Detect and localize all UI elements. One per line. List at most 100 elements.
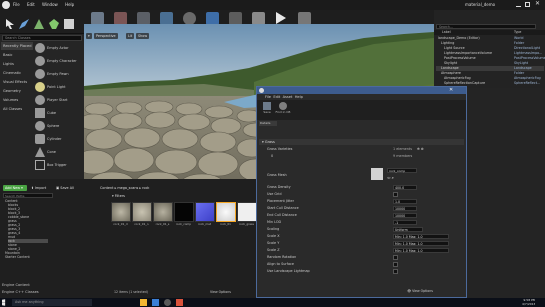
- asset-player-start[interactable]: Player Start: [34, 94, 83, 107]
- placement-jitter-field[interactable]: 1.0: [393, 199, 417, 204]
- search-classes-input[interactable]: Search Classes: [2, 35, 82, 41]
- file-explorer-icon[interactable]: [140, 299, 147, 306]
- geometry-mode-icon[interactable]: [64, 19, 74, 29]
- asset-thumbnail-selected[interactable]: [216, 202, 236, 222]
- asset-empty-pawn[interactable]: Empty Pawn: [34, 68, 83, 81]
- view-options-button[interactable]: 👁 View Options: [407, 289, 433, 293]
- breadcrumb-rock[interactable]: rock: [142, 186, 149, 190]
- breadcrumb-mega-scans[interactable]: mega_scans: [117, 186, 138, 190]
- tab-details[interactable]: Details: [259, 121, 277, 126]
- scale-x-field[interactable]: Min: 1.0 Max: 1.0: [393, 234, 449, 239]
- close-icon[interactable]: ✕: [449, 87, 453, 93]
- search-paths-input[interactable]: Search Paths: [3, 193, 53, 198]
- landscape-mode-icon[interactable]: [34, 19, 44, 29]
- scale-y-field[interactable]: Min: 1.0 Max: 1.0: [393, 241, 449, 246]
- perspective-button[interactable]: Perspective: [94, 33, 118, 39]
- asset-thumbnail[interactable]: [132, 202, 152, 222]
- asset-label: rock_grass: [239, 222, 254, 226]
- asset-empty-character[interactable]: Empty Character: [34, 55, 83, 68]
- category-all-classes[interactable]: All Classes: [1, 105, 33, 113]
- category-basic[interactable]: Basic: [1, 51, 33, 59]
- min-lod-field[interactable]: -1: [393, 220, 417, 225]
- menu-edit[interactable]: Edit: [27, 2, 35, 7]
- asset-label: rock_comp: [175, 222, 192, 226]
- asset-thumbnail[interactable]: [237, 202, 257, 222]
- point-light-icon: [35, 82, 45, 92]
- property-scaling: Scaling Uniform: [267, 226, 457, 233]
- category-recently-placed[interactable]: Recently Placed: [1, 42, 33, 50]
- asset-cube[interactable]: Cube: [34, 107, 83, 120]
- asset-thumbnail[interactable]: [174, 202, 194, 222]
- asset-point-light[interactable]: Point Light: [34, 81, 83, 94]
- minimize-icon[interactable]: [516, 2, 521, 7]
- menu-window[interactable]: Window: [42, 2, 58, 7]
- world-outliner: Search... Label Type landscape_Demo (Edi…: [434, 10, 545, 88]
- foliage-mode-icon[interactable]: [49, 19, 59, 29]
- breadcrumb-content[interactable]: Content: [100, 186, 114, 190]
- end-cull-distance-field[interactable]: 10000: [393, 213, 417, 218]
- menu-edit[interactable]: Edit: [273, 95, 280, 99]
- outliner-search-input[interactable]: Search...: [436, 24, 536, 29]
- grass-density-field[interactable]: 400.0: [393, 185, 417, 190]
- main-menu: File Edit Window Help: [13, 2, 80, 7]
- import-button[interactable]: ⬆ Import: [31, 185, 51, 191]
- category-visual-effects[interactable]: Visual Effects: [1, 78, 33, 86]
- grass-mesh-picker[interactable]: rock_comp: [387, 168, 417, 173]
- random-rotation-checkbox[interactable]: [393, 255, 398, 260]
- category-lights[interactable]: Lights: [1, 60, 33, 68]
- asset-thumbnail[interactable]: [153, 202, 173, 222]
- add-new-button[interactable]: Add New ▾: [3, 185, 27, 191]
- category-geometry[interactable]: Geometry: [1, 87, 33, 95]
- menu-file[interactable]: File: [13, 2, 20, 7]
- scaling-dropdown[interactable]: Uniform: [393, 227, 423, 232]
- find-in-cb-button[interactable]: Find in CB: [275, 102, 291, 114]
- viewport-options-button[interactable]: ▾: [86, 33, 92, 39]
- scale-z-field[interactable]: Min: 1.0 Max: 1.0: [393, 248, 449, 253]
- align-to-surface-checkbox[interactable]: [393, 262, 398, 267]
- search-icon: [279, 102, 287, 110]
- menu-asset[interactable]: Asset: [283, 95, 293, 99]
- edge-browser-icon[interactable]: [152, 299, 159, 306]
- unreal-taskbar-icon[interactable]: [164, 299, 171, 306]
- sphere-icon: [35, 121, 45, 131]
- menu-help[interactable]: Help: [295, 95, 303, 99]
- windows-start-icon[interactable]: [2, 299, 6, 306]
- tree-item[interactable]: Starter Content: [5, 255, 30, 259]
- asset-empty-actor[interactable]: Empty Actor: [34, 42, 83, 55]
- save-button[interactable]: Save: [261, 102, 273, 114]
- category-cinematic[interactable]: Cinematic: [1, 69, 33, 77]
- show-button[interactable]: Show: [136, 33, 150, 39]
- content-view-options-button[interactable]: View Options: [210, 290, 231, 294]
- asset-sphere[interactable]: Sphere: [34, 120, 83, 133]
- column-label[interactable]: Label: [442, 30, 451, 35]
- start-cull-distance-field[interactable]: 10000: [393, 206, 417, 211]
- filters-button[interactable]: ▾ Filters: [112, 194, 125, 198]
- asset-thumbnail[interactable]: [195, 202, 215, 222]
- close-icon[interactable]: ✕: [535, 0, 540, 7]
- browse-icon[interactable]: ⇦ ⌕: [387, 174, 394, 181]
- add-element-icon[interactable]: ⊕ ⊗: [417, 146, 424, 153]
- place-mode-icon[interactable]: [6, 19, 14, 29]
- asset-cone[interactable]: Cone: [34, 146, 83, 159]
- taskbar-clock[interactable]: 9:58 PM 4/7/2016: [522, 298, 535, 306]
- save-all-button[interactable]: ▣ Save All: [56, 185, 80, 191]
- lit-button[interactable]: Lit: [126, 33, 135, 39]
- category-volumes[interactable]: Volumes: [1, 96, 33, 104]
- tree-item[interactable]: Engine C++ Classes: [2, 290, 39, 294]
- grass-section-header[interactable]: ▾ Grass: [259, 139, 464, 145]
- paint-mode-icon[interactable]: [19, 19, 29, 29]
- asset-box-trigger[interactable]: Box Trigger: [34, 159, 83, 172]
- menu-file[interactable]: File: [265, 95, 271, 99]
- use-grid-checkbox[interactable]: [393, 192, 398, 197]
- taskbar-search-input[interactable]: Ask me anything: [12, 299, 92, 306]
- tree-item[interactable]: Engine Content: [2, 283, 30, 287]
- app-taskbar-icon[interactable]: [176, 299, 183, 306]
- menu-help[interactable]: Help: [65, 2, 74, 7]
- box-trigger-icon: [35, 160, 45, 170]
- maximize-icon[interactable]: [525, 2, 530, 7]
- column-type[interactable]: Type: [514, 30, 521, 35]
- use-landscape-lightmap-checkbox[interactable]: [393, 269, 398, 274]
- asset-cylinder[interactable]: Cylinder: [34, 133, 83, 146]
- mesh-thumbnail[interactable]: [371, 168, 383, 180]
- asset-thumbnail[interactable]: [111, 202, 131, 222]
